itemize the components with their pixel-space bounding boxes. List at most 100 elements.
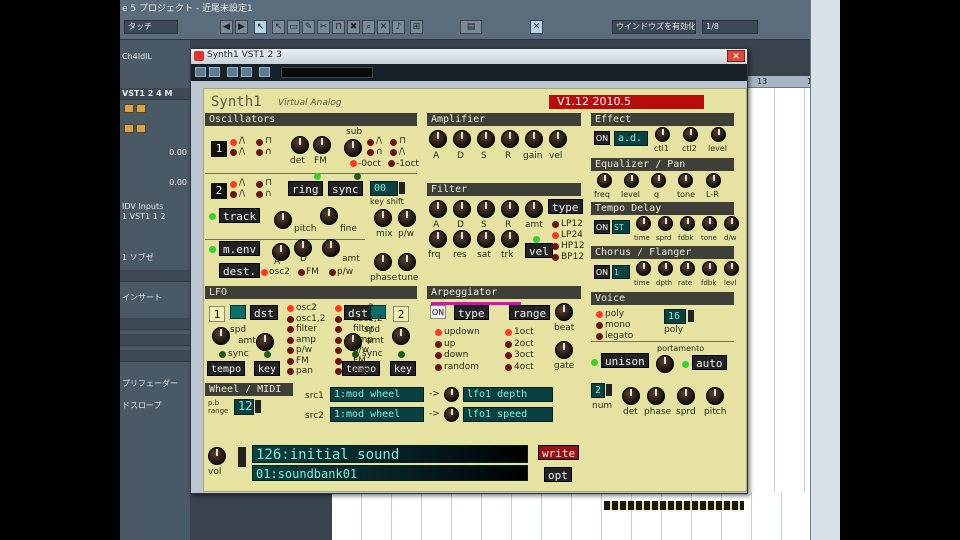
osc1-fm-knob[interactable]	[313, 136, 331, 154]
osc1-wave-led[interactable]	[230, 149, 237, 156]
filter-type-button[interactable]: type	[548, 199, 583, 214]
lfo2-dest-led[interactable]	[335, 357, 342, 365]
auto-button[interactable]: auto	[692, 355, 727, 370]
zoom-tool-icon[interactable]: ⌕	[362, 20, 375, 34]
lfo2-dest-led[interactable]	[335, 315, 342, 323]
delay-fdbk-knob[interactable]	[680, 216, 695, 231]
poly-display[interactable]: 16	[664, 309, 686, 324]
inspector-row[interactable]	[120, 350, 190, 362]
lfo1-dest-led[interactable]	[287, 336, 294, 344]
filter-type-led[interactable]	[552, 232, 559, 239]
effect-ctl1-knob[interactable]	[655, 127, 670, 142]
delay-dw-knob[interactable]	[724, 216, 739, 231]
osc2-wave-led[interactable]	[230, 191, 237, 198]
sub-wave-led[interactable]	[390, 139, 397, 146]
lfo1-dest-led[interactable]	[287, 368, 294, 375]
effect-level-knob[interactable]	[711, 127, 726, 142]
filter-type-led[interactable]	[552, 221, 559, 228]
split-tool-icon[interactable]: ✂	[317, 20, 330, 34]
amp-gain-knob[interactable]	[525, 130, 543, 148]
effect-ctl2-knob[interactable]	[683, 127, 698, 142]
arp-mode-led[interactable]	[435, 340, 442, 348]
chorus-level-knob[interactable]	[724, 261, 739, 276]
eq-tone-knob[interactable]	[678, 173, 693, 188]
arp-mode-led[interactable]	[435, 352, 442, 359]
unison-num-display[interactable]: 2	[591, 383, 605, 398]
filter-a-knob[interactable]	[429, 200, 447, 218]
track-button[interactable]: track	[219, 208, 261, 223]
filter-amt-knob[interactable]	[525, 200, 543, 218]
lfo1-wave-button[interactable]	[230, 305, 246, 319]
write-button[interactable]: write	[538, 445, 580, 460]
select-tool-icon[interactable]: ↖	[272, 20, 285, 34]
plugin-title-bar[interactable]: Synth1 VST1 2 3 ✕	[191, 49, 747, 64]
tool-dropdown[interactable]: タッチ	[124, 20, 178, 34]
oct-led[interactable]	[350, 160, 357, 167]
sync-button[interactable]: sync	[328, 181, 363, 196]
chorus-rate-knob[interactable]	[680, 261, 695, 276]
key-shift-spinner[interactable]	[399, 182, 405, 194]
delay-mode-display[interactable]: ST	[612, 220, 630, 234]
inspector-track[interactable]: VST1 2 4 M	[120, 88, 190, 100]
dest-pw-led[interactable]	[329, 269, 336, 276]
sub-wave-led[interactable]	[390, 149, 397, 156]
lfo2-dest-led[interactable]	[335, 305, 342, 312]
unison-button[interactable]: unison	[601, 353, 649, 368]
delay-sprd-knob[interactable]	[658, 216, 673, 231]
arp-gate-knob[interactable]	[555, 341, 573, 359]
src1-display[interactable]: 1:mod wheel	[330, 387, 424, 402]
patch-spinner[interactable]	[238, 447, 246, 467]
phase-knob[interactable]	[374, 253, 392, 271]
keyboard-strip[interactable]	[604, 501, 744, 510]
osc1-wave-led[interactable]	[256, 139, 263, 146]
osc2-wave-led[interactable]	[256, 181, 263, 188]
arp-range-button[interactable]: range	[509, 305, 551, 320]
pb-range-display[interactable]: 12	[234, 399, 254, 415]
lfo2-dest-led[interactable]	[335, 326, 342, 333]
lfo1-dest-led[interactable]	[287, 357, 294, 365]
arrow-tool-icon[interactable]: ◀	[220, 20, 233, 34]
osc2-fine-knob[interactable]	[320, 207, 338, 225]
chorus-mode-display[interactable]: 1	[612, 265, 630, 279]
dest-button[interactable]: dest.	[219, 263, 261, 278]
chorus-time-knob[interactable]	[636, 261, 651, 276]
window-field[interactable]: ウインドウズを有効化	[612, 20, 696, 34]
oct-led[interactable]	[388, 160, 395, 167]
inspector-slope[interactable]: ドスロープ	[122, 400, 162, 411]
dst1-display[interactable]: lfo1 depth	[463, 387, 553, 402]
sub-wave-led[interactable]	[367, 149, 374, 156]
range-tool-icon[interactable]: ▭	[287, 20, 300, 34]
speaker-tool-icon[interactable]: ♪	[392, 20, 405, 34]
chorus-on-button[interactable]: ON	[594, 265, 610, 279]
inspector-mute-button[interactable]	[124, 104, 134, 113]
arp-mode-led[interactable]	[435, 329, 442, 336]
amp-a-knob[interactable]	[429, 130, 447, 148]
lfo1-spd-knob[interactable]	[212, 327, 230, 345]
unison-phase-knob[interactable]	[647, 387, 665, 405]
eq-pan-knob[interactable]	[706, 173, 721, 188]
inspector-pan[interactable]: 0.00	[169, 178, 187, 187]
inspector-volume[interactable]: 0.00	[169, 148, 187, 157]
preset-field[interactable]	[281, 67, 373, 78]
lfo2-dest-led[interactable]	[335, 347, 342, 354]
arp-range-led[interactable]	[505, 363, 512, 371]
menv-button[interactable]: m.env	[219, 241, 261, 256]
src1-amount-knob[interactable]	[444, 387, 459, 402]
filter-type-led[interactable]	[552, 254, 559, 261]
mute-tool-icon[interactable]: ✕	[377, 20, 390, 34]
lfo1-tempo-button[interactable]: tempo	[207, 361, 246, 376]
lfo2-dest-led[interactable]	[335, 368, 342, 375]
arp-range-led[interactable]	[505, 329, 512, 336]
sub-knob[interactable]	[344, 139, 362, 157]
effect-type-display[interactable]: a.d.	[614, 131, 648, 146]
pw-knob[interactable]	[398, 209, 416, 227]
unison-num-spinner[interactable]	[606, 384, 612, 396]
filter-res-knob[interactable]	[453, 230, 471, 248]
quantize-field[interactable]: 1/8	[702, 20, 758, 34]
arp-type-button[interactable]: type	[454, 305, 489, 320]
play-tool-icon[interactable]: ▶	[235, 20, 248, 34]
amp-s-knob[interactable]	[477, 130, 495, 148]
snap-active-icon[interactable]: ✕	[530, 20, 543, 34]
opt-button[interactable]: opt	[544, 467, 572, 482]
preset-button[interactable]	[259, 67, 270, 77]
